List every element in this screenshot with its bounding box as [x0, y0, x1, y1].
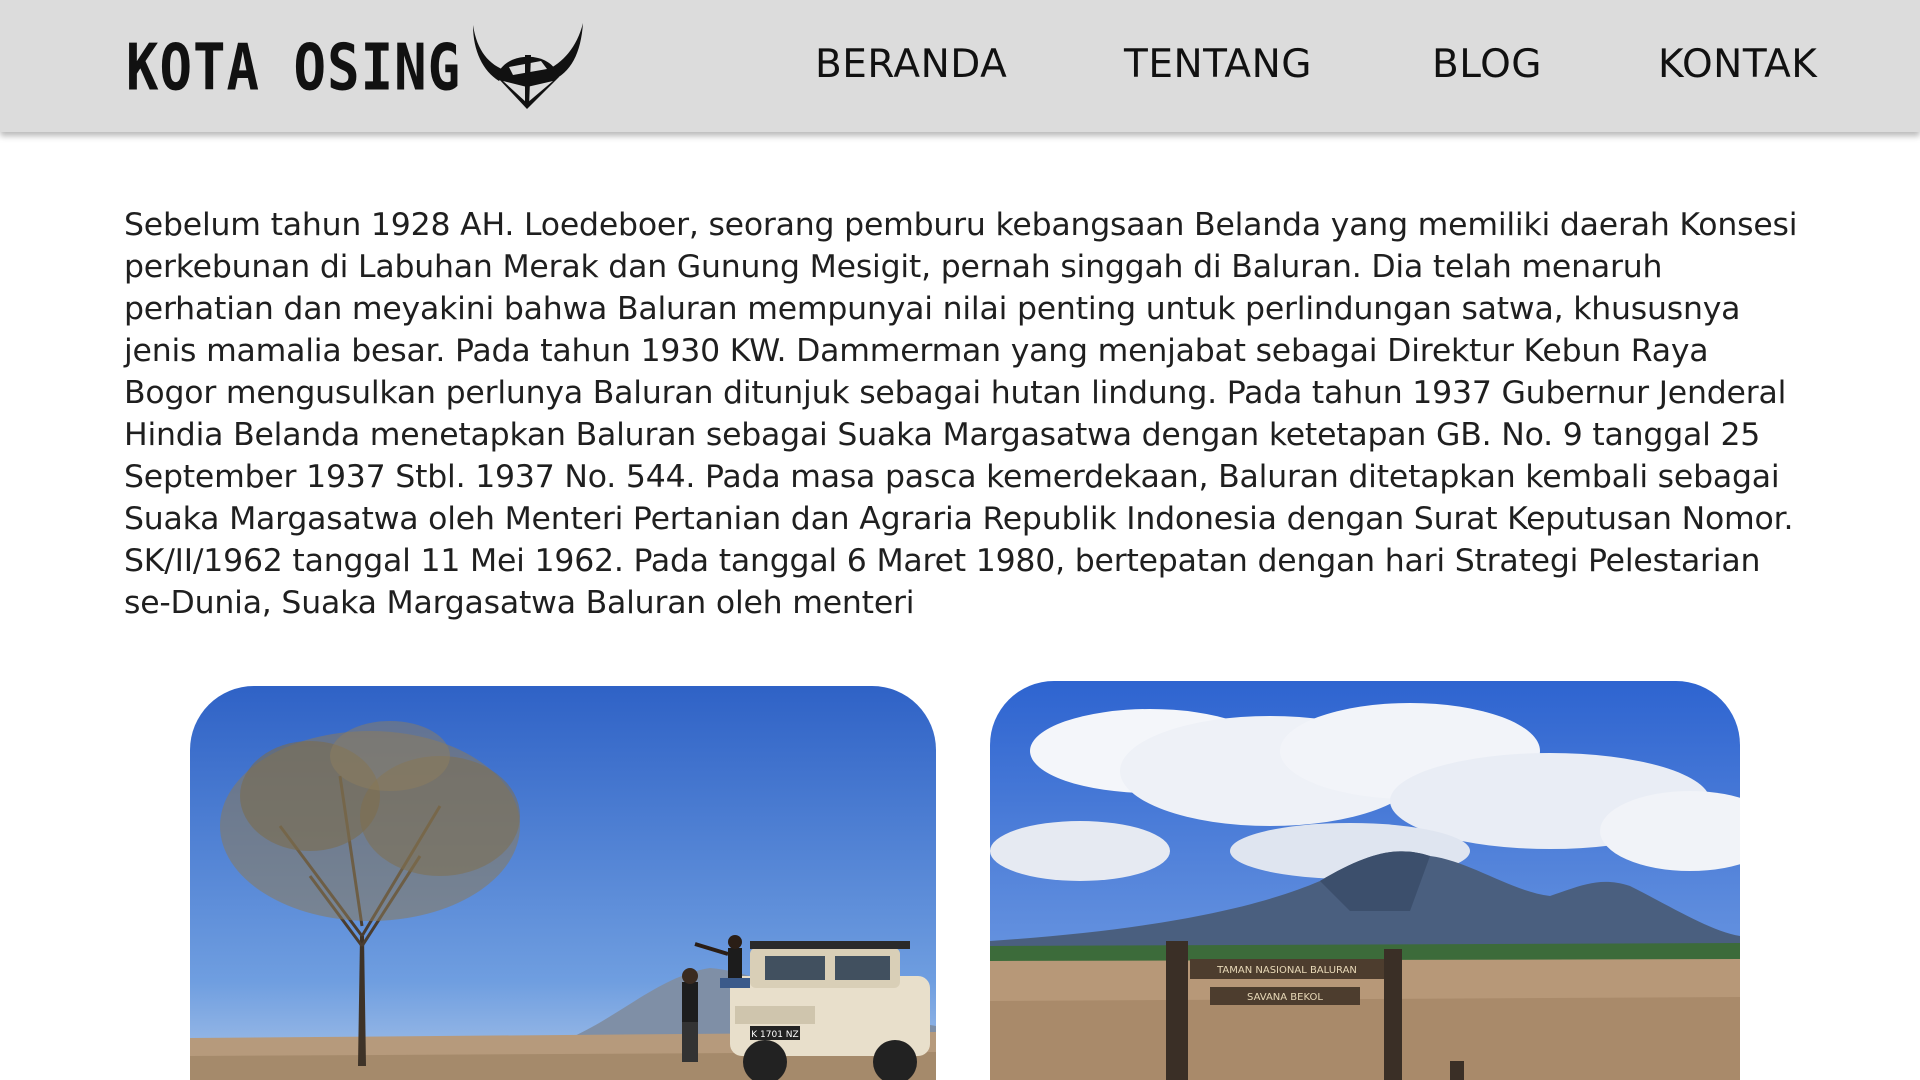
nav-tentang[interactable]: TENTANG: [1124, 42, 1312, 87]
license-plate: K 1701 NZ: [751, 1030, 798, 1040]
nav-blog[interactable]: BLOG: [1432, 42, 1542, 87]
photo-baluran-mountain: TAMAN NASIONAL BALURAN SAVANA BEKOL: [990, 681, 1740, 1080]
navbar: KOTA OSING BERANDA TENTANG BLOG KONTAK: [0, 0, 1920, 132]
brand-name: KOTA OSING: [126, 29, 462, 105]
nav-beranda[interactable]: BERANDA: [815, 42, 1007, 87]
park-sign-line2: SAVANA BEKOL: [1247, 992, 1323, 1003]
horned-helmet-icon: [473, 23, 584, 109]
nav-kontak[interactable]: KONTAK: [1658, 42, 1817, 87]
photo-savanna-jeep: K 1701 NZ: [190, 686, 936, 1080]
park-sign-line1: TAMAN NASIONAL BALURAN: [1216, 965, 1357, 976]
brand-logo[interactable]: KOTA OSING: [126, 22, 587, 112]
history-paragraph: Sebelum tahun 1928 AH. Loedeboer, seoran…: [124, 207, 1798, 621]
